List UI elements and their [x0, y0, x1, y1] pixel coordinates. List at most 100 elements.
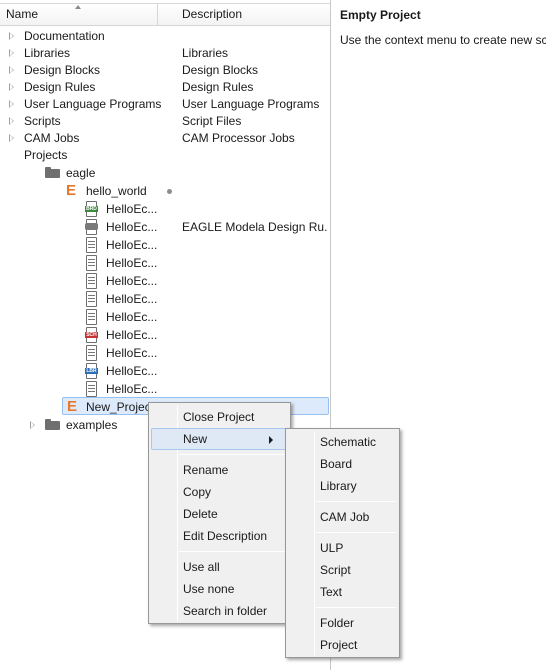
text-file-icon: [85, 273, 98, 289]
tree-item-label: HelloEc...: [106, 274, 158, 288]
folder-icon: [45, 167, 60, 178]
menu-item-cam-job[interactable]: CAM Job: [288, 506, 397, 528]
context-menu: Close Project New Rename Copy Delete Edi…: [148, 402, 291, 624]
tree-item-file[interactable]: HelloEc...: [0, 308, 330, 326]
sort-ascending-icon: [75, 5, 81, 9]
name-column-label: Name: [6, 7, 39, 21]
menu-item-text[interactable]: Text: [288, 581, 397, 603]
tree-header: Name Description: [0, 3, 330, 26]
expand-arrow-icon[interactable]: [9, 49, 14, 57]
tree-item-description: Script Files: [182, 114, 242, 128]
menu-item-new[interactable]: New: [151, 428, 288, 450]
tree-item-documentation[interactable]: Documentation: [0, 27, 330, 45]
tree-item-eagle[interactable]: eagle: [0, 164, 330, 182]
description-column-header[interactable]: Description: [158, 4, 330, 25]
tree-item-file[interactable]: LBR HelloEc...: [0, 362, 330, 380]
tree-item-design-rules[interactable]: Design Rules Design Rules: [0, 78, 330, 96]
tree-item-file[interactable]: HelloEc...: [0, 236, 330, 254]
new-submenu: Schematic Board Library CAM Job ULP Scri…: [285, 428, 400, 658]
menu-item-label: Schematic: [320, 435, 377, 449]
menu-item-library[interactable]: Library: [288, 475, 397, 497]
expand-arrow-icon[interactable]: [9, 117, 14, 125]
tree-item-description: Libraries: [182, 46, 229, 60]
menu-item-board[interactable]: Board: [288, 453, 397, 475]
text-file-icon: [85, 381, 98, 397]
menu-item-script[interactable]: Script: [288, 559, 397, 581]
menu-item-search-in-folder[interactable]: Search in folder: [151, 600, 288, 622]
description-text: Use the context menu to create new schem: [340, 33, 546, 47]
text-file-icon: [85, 345, 98, 361]
menu-item-label: Library: [320, 479, 357, 493]
tree-item-projects[interactable]: Projects: [0, 146, 330, 164]
expand-arrow-icon[interactable]: [9, 66, 14, 74]
text-file-icon: [85, 237, 98, 253]
tree-item-label: HelloEc...: [106, 382, 158, 396]
tree-item-file[interactable]: SCH HelloEc...: [0, 326, 330, 344]
tree-item-cam-jobs[interactable]: CAM Jobs CAM Processor Jobs: [0, 129, 330, 147]
tree-item-ulps[interactable]: User Language Programs User Language Pro…: [0, 95, 330, 113]
tree-item-label: New_Project: [86, 400, 155, 414]
tree-item-file[interactable]: BRD HelloEc...: [0, 200, 330, 218]
tree-item-description: EAGLE Modela Design Ru...: [182, 220, 328, 234]
menu-item-label: CAM Job: [320, 510, 370, 524]
tree-item-design-blocks[interactable]: Design Blocks Design Blocks: [0, 61, 330, 79]
menu-item-label: New: [183, 432, 208, 446]
expand-arrow-icon[interactable]: [9, 134, 14, 142]
menu-item-edit-description[interactable]: Edit Description: [151, 525, 288, 547]
tree-item-file[interactable]: HelloEc... EAGLE Modela Design Ru...: [0, 218, 330, 236]
board-file-icon: BRD: [85, 201, 98, 217]
tree-item-description: Design Rules: [182, 80, 254, 94]
menu-item-label: Close Project: [183, 410, 255, 424]
menu-separator: [179, 454, 287, 455]
name-column-header[interactable]: Name: [0, 4, 158, 25]
tree-item-file[interactable]: HelloEc...: [0, 272, 330, 290]
menu-item-close-project[interactable]: Close Project: [151, 406, 288, 428]
menu-item-project[interactable]: Project: [288, 634, 397, 656]
tree-item-label: HelloEc...: [106, 364, 158, 378]
tree-item-label: examples: [66, 418, 118, 432]
text-file-icon: [85, 309, 98, 325]
tree-item-scripts[interactable]: Scripts Script Files: [0, 112, 330, 130]
tree-item-description: User Language Programs: [182, 97, 320, 111]
expand-arrow-icon[interactable]: [30, 421, 35, 429]
tree-item-hello-world[interactable]: E hello_world: [0, 182, 330, 200]
tree-item-file[interactable]: HelloEc...: [0, 254, 330, 272]
tree-item-libraries[interactable]: Libraries Libraries: [0, 44, 330, 62]
expand-arrow-icon[interactable]: [9, 32, 14, 40]
expand-arrow-icon[interactable]: [9, 83, 14, 91]
menu-item-label: Board: [320, 457, 353, 471]
tree-item-label: CAM Jobs: [24, 131, 80, 145]
menu-item-use-none[interactable]: Use none: [151, 578, 288, 600]
menu-item-rename[interactable]: Rename: [151, 459, 288, 481]
text-file-icon: [85, 291, 98, 307]
menu-separator: [316, 532, 396, 533]
design-rules-file-icon: [85, 219, 98, 235]
tree-item-file[interactable]: HelloEc...: [0, 290, 330, 308]
project-status-dot-icon[interactable]: [167, 189, 172, 194]
menu-item-ulp[interactable]: ULP: [288, 537, 397, 559]
description-title: Empty Project: [340, 8, 421, 22]
menu-item-use-all[interactable]: Use all: [151, 556, 288, 578]
tree-item-label: Scripts: [24, 114, 61, 128]
eagle-project-icon: E: [65, 182, 76, 199]
schematic-file-icon: SCH: [85, 327, 98, 343]
menu-item-folder[interactable]: Folder: [288, 612, 397, 634]
tree-item-label: HelloEc...: [106, 202, 158, 216]
tree-item-label: HelloEc...: [106, 328, 158, 342]
tree-item-label: eagle: [66, 166, 96, 180]
tree-item-description: CAM Processor Jobs: [182, 131, 295, 145]
tree-item-file[interactable]: HelloEc...: [0, 344, 330, 362]
eagle-project-icon: E: [66, 398, 77, 415]
menu-item-schematic[interactable]: Schematic: [288, 431, 397, 453]
menu-item-copy[interactable]: Copy: [151, 481, 288, 503]
menu-item-label: Script: [320, 563, 351, 577]
menu-item-label: Use all: [183, 560, 220, 574]
tree-item-label: HelloEc...: [106, 346, 158, 360]
expand-arrow-icon[interactable]: [9, 100, 14, 108]
tree-item-label: Design Blocks: [24, 63, 101, 77]
tree-item-description: Design Blocks: [182, 63, 259, 77]
menu-item-delete[interactable]: Delete: [151, 503, 288, 525]
tree-item-file[interactable]: HelloEc...: [0, 380, 330, 398]
tree-item-label: Documentation: [24, 29, 105, 43]
menu-separator: [316, 501, 396, 502]
